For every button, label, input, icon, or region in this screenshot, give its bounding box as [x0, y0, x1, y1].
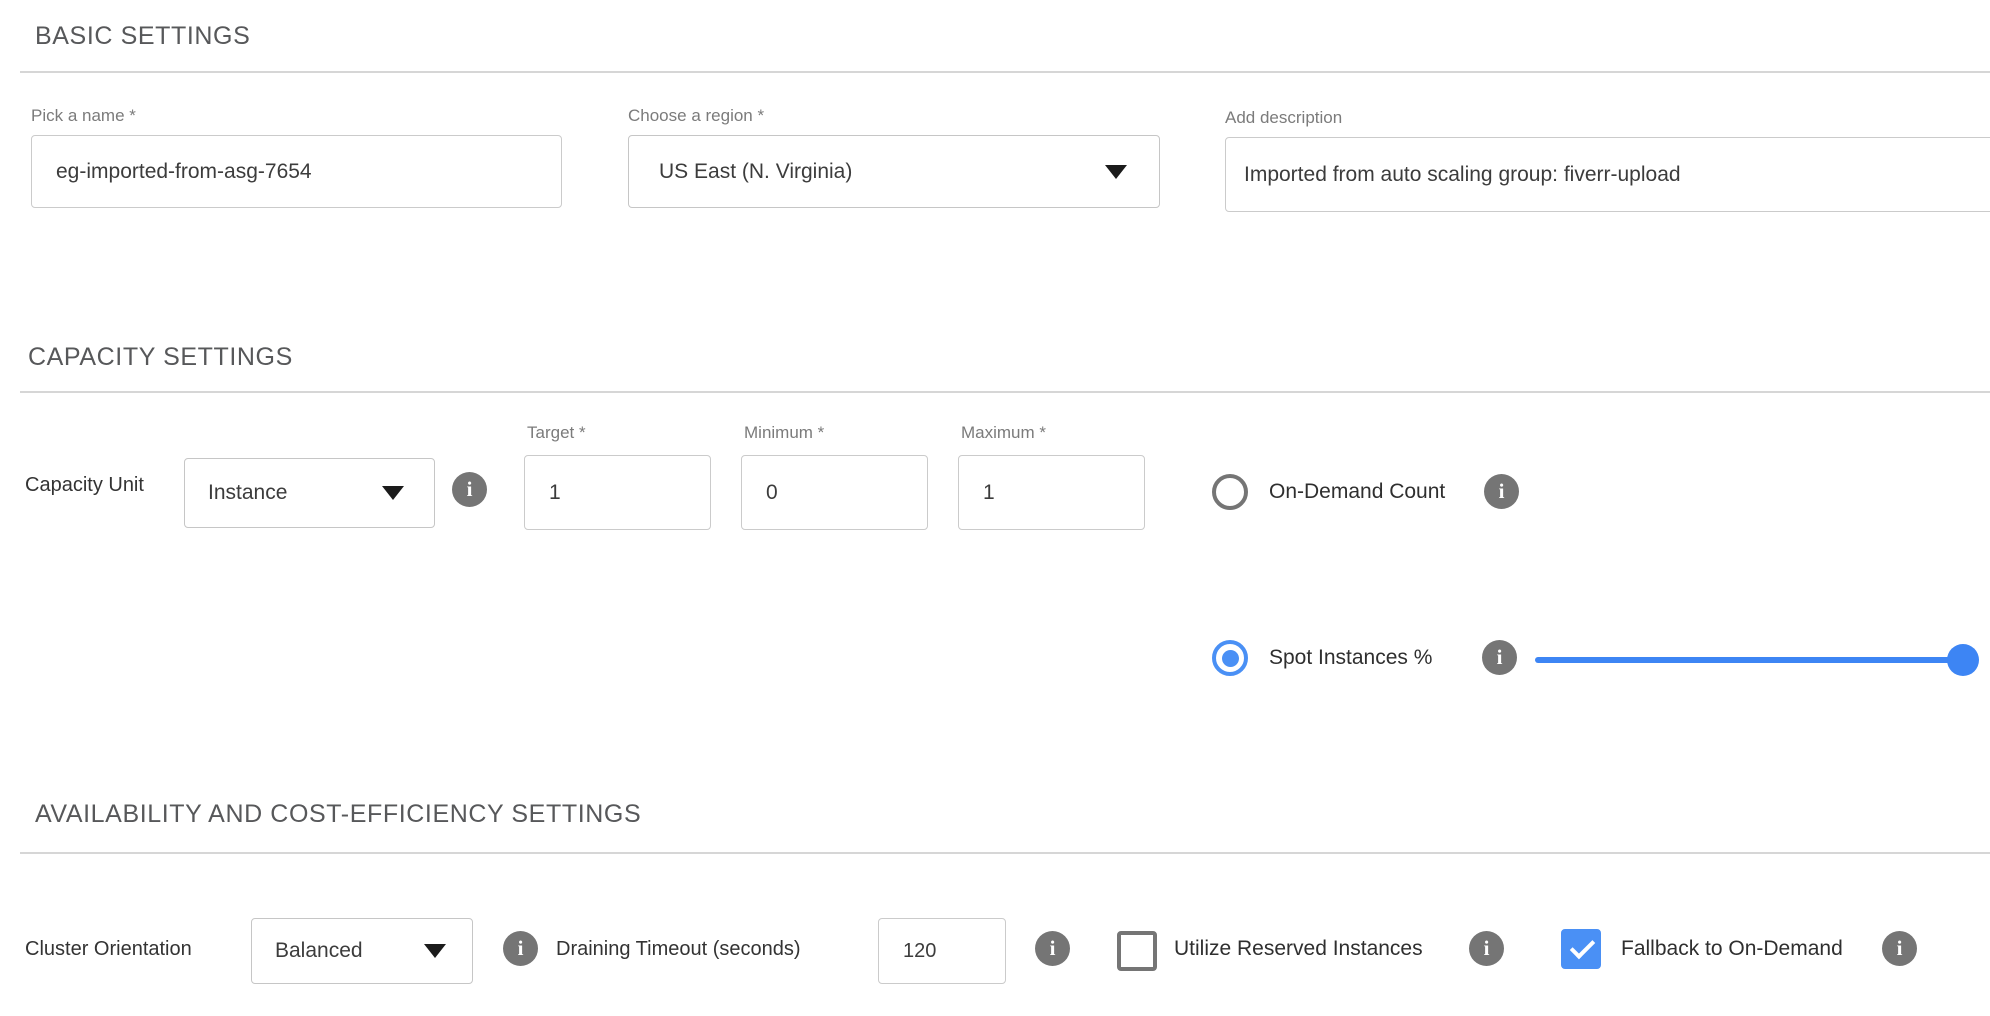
spot-percentage-slider-handle[interactable] [1947, 644, 1979, 676]
minimum-input[interactable] [741, 455, 928, 530]
target-field-label: Target * [527, 423, 586, 443]
cluster-orientation-select-value: Balanced [275, 939, 363, 963]
utilize-reserved-instances-checkbox[interactable] [1117, 931, 1157, 971]
basic-settings-title: BASIC SETTINGS [35, 22, 250, 51]
cluster-orientation-label: Cluster Orientation [25, 938, 192, 961]
fallback-to-on-demand-info-icon[interactable]: i [1882, 931, 1917, 966]
utilize-reserved-instances-label: Utilize Reserved Instances [1174, 937, 1423, 961]
section-divider [20, 71, 1990, 73]
draining-timeout-label: Draining Timeout (seconds) [556, 938, 801, 961]
section-divider [20, 391, 1990, 393]
on-demand-count-label: On-Demand Count [1269, 480, 1445, 504]
cluster-orientation-select[interactable]: Balanced [251, 918, 473, 984]
description-input[interactable] [1225, 137, 1990, 212]
spot-percentage-slider-track[interactable] [1535, 657, 1963, 663]
maximum-input[interactable] [958, 455, 1145, 530]
section-divider [20, 852, 1990, 854]
name-input[interactable] [31, 135, 562, 208]
draining-timeout-input[interactable] [878, 918, 1006, 984]
spot-instances-info-icon[interactable]: i [1482, 640, 1517, 675]
utilize-reserved-instances-info-icon[interactable]: i [1469, 931, 1504, 966]
maximum-field-label: Maximum * [961, 423, 1046, 443]
region-select[interactable]: US East (N. Virginia) [628, 135, 1160, 208]
draining-timeout-info-icon[interactable]: i [1035, 931, 1070, 966]
capacity-unit-info-icon[interactable]: i [452, 472, 487, 507]
capacity-settings-title: CAPACITY SETTINGS [28, 343, 293, 372]
fallback-to-on-demand-checkbox[interactable] [1561, 929, 1601, 969]
chevron-down-icon [1105, 165, 1127, 179]
chevron-down-icon [424, 944, 446, 958]
capacity-unit-select-value: Instance [208, 481, 287, 505]
region-select-value: US East (N. Virginia) [659, 160, 852, 184]
minimum-field-label: Minimum * [744, 423, 824, 443]
chevron-down-icon [382, 486, 404, 500]
on-demand-count-info-icon[interactable]: i [1484, 474, 1519, 509]
capacity-unit-label: Capacity Unit [25, 474, 144, 497]
target-input[interactable] [524, 455, 711, 530]
on-demand-count-radio[interactable] [1212, 474, 1248, 510]
spot-instances-radio[interactable] [1212, 640, 1248, 676]
name-field-label: Pick a name * [31, 106, 136, 126]
description-field-label: Add description [1225, 108, 1342, 128]
spot-instances-label: Spot Instances % [1269, 646, 1432, 670]
capacity-unit-select[interactable]: Instance [184, 458, 435, 528]
fallback-to-on-demand-label: Fallback to On-Demand [1621, 937, 1843, 961]
cluster-orientation-info-icon[interactable]: i [503, 931, 538, 966]
group-creation-form: BASIC SETTINGS Pick a name * Choose a re… [0, 0, 1990, 1016]
region-field-label: Choose a region * [628, 106, 764, 126]
availability-settings-title: AVAILABILITY AND COST-EFFICIENCY SETTING… [35, 800, 641, 829]
